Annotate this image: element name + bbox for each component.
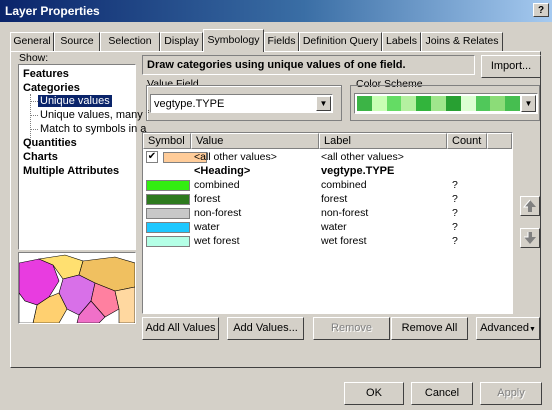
row-count: ? xyxy=(452,193,458,205)
table-row[interactable]: wet forest wet forest ? xyxy=(144,235,510,249)
column-header-label[interactable]: Label xyxy=(319,133,447,149)
column-header-filler xyxy=(487,133,512,149)
row-label[interactable]: combined xyxy=(321,179,367,191)
row-label[interactable]: forest xyxy=(321,193,347,205)
color-ramp-swatch xyxy=(416,96,432,111)
color-scheme-select[interactable]: ▼ xyxy=(354,93,538,114)
move-down-button[interactable] xyxy=(520,228,540,248)
column-header-value[interactable]: Value xyxy=(191,133,319,149)
tree-connector xyxy=(31,115,38,116)
checkbox-all-other-values[interactable]: ✔ xyxy=(146,151,158,163)
tree-connector xyxy=(31,101,38,102)
column-header-count[interactable]: Count xyxy=(447,133,487,149)
description-text: Draw categories using unique values of o… xyxy=(147,59,406,71)
preview-map-image xyxy=(19,253,135,323)
symbol-swatch[interactable] xyxy=(146,180,190,191)
row-count: ? xyxy=(452,235,458,247)
tab-selection[interactable]: Selection xyxy=(100,32,160,51)
row-count: ? xyxy=(452,207,458,219)
color-ramp-swatch xyxy=(431,96,446,111)
apply-button[interactable]: Apply xyxy=(480,382,542,405)
table-row[interactable]: combined combined ? xyxy=(144,179,510,193)
tab-joins-relates[interactable]: Joins & Relates xyxy=(421,32,503,51)
advanced-button[interactable]: Advanced▼ xyxy=(476,317,540,340)
arrow-up-icon xyxy=(522,199,536,212)
show-label: Show: xyxy=(19,52,49,64)
color-ramp-swatch xyxy=(401,96,417,111)
add-all-values-button[interactable]: Add All Values xyxy=(142,317,219,340)
table-row[interactable]: <Heading> vegtype.TYPE xyxy=(144,165,510,179)
title-bar: Layer Properties ? xyxy=(0,0,552,22)
tab-symbology[interactable]: Symbology xyxy=(203,29,264,52)
cancel-button[interactable]: Cancel xyxy=(411,382,473,405)
tree-charts[interactable]: Charts xyxy=(23,151,58,163)
row-count: ? xyxy=(452,179,458,191)
symbol-swatch[interactable] xyxy=(146,208,190,219)
preview-map xyxy=(18,252,136,324)
symbol-swatch[interactable] xyxy=(146,194,190,205)
row-label[interactable]: <all other values> xyxy=(321,151,404,163)
remove-all-button[interactable]: Remove All xyxy=(391,317,468,340)
color-ramp-swatch xyxy=(475,96,491,111)
value-field-select[interactable]: vegtype.TYPE ▼ xyxy=(150,94,333,113)
table-row[interactable]: non-forest non-forest ? xyxy=(144,207,510,221)
row-value: <all other values> xyxy=(194,151,277,163)
table-row[interactable]: forest forest ? xyxy=(144,193,510,207)
tab-definition-query[interactable]: Definition Query xyxy=(299,32,382,51)
tree-connector xyxy=(31,129,38,130)
row-value: combined xyxy=(194,179,240,191)
row-label[interactable]: water xyxy=(321,221,347,233)
help-button[interactable]: ? xyxy=(533,3,549,17)
show-tree[interactable]: Features Categories Unique values Unique… xyxy=(18,64,149,250)
tree-multiple-attributes[interactable]: Multiple Attributes xyxy=(23,165,119,177)
move-up-button[interactable] xyxy=(520,196,540,216)
advanced-label: Advanced xyxy=(480,322,529,334)
table-row[interactable]: water water ? xyxy=(144,221,510,235)
symbol-swatch[interactable] xyxy=(146,222,190,233)
row-value: <Heading> xyxy=(194,165,251,177)
row-value: water xyxy=(194,221,220,233)
color-ramp xyxy=(357,96,520,111)
tab-general[interactable]: General xyxy=(10,32,54,51)
tree-quantities[interactable]: Quantities xyxy=(23,137,77,149)
tab-labels[interactable]: Labels xyxy=(382,32,421,51)
table-row[interactable]: ✔ <all other values> <all other values> xyxy=(144,151,510,165)
row-label[interactable]: non-forest xyxy=(321,207,368,219)
tree-categories[interactable]: Categories xyxy=(23,82,80,94)
row-value: non-forest xyxy=(194,207,242,219)
color-ramp-swatch xyxy=(357,96,372,111)
row-value: forest xyxy=(194,193,221,205)
tree-features[interactable]: Features xyxy=(23,68,69,80)
color-ramp-swatch xyxy=(445,96,461,111)
color-ramp-swatch xyxy=(505,96,520,111)
tab-display[interactable]: Display xyxy=(160,32,203,51)
color-ramp-swatch xyxy=(371,96,387,111)
add-values-button[interactable]: Add Values... xyxy=(227,317,304,340)
arrow-down-icon xyxy=(524,232,536,244)
row-label[interactable]: vegtype.TYPE xyxy=(321,165,394,177)
color-ramp-swatch xyxy=(386,96,402,111)
column-header-symbol[interactable]: Symbol xyxy=(143,133,191,149)
value-field-value: vegtype.TYPE xyxy=(154,98,225,110)
row-count: ? xyxy=(452,221,458,233)
color-ramp-swatch xyxy=(460,96,476,111)
tree-unique-values[interactable]: Unique values xyxy=(38,95,112,107)
tree-unique-values-many-fields[interactable]: Unique values, many f xyxy=(40,109,149,121)
row-label[interactable]: wet forest xyxy=(321,235,367,247)
import-button[interactable]: Import... xyxy=(481,55,541,78)
value-field-dropdown-icon[interactable]: ▼ xyxy=(316,96,331,111)
row-value: wet forest xyxy=(194,235,240,247)
remove-button[interactable]: Remove xyxy=(313,317,390,340)
dropdown-arrow-icon: ▼ xyxy=(529,326,536,333)
symbol-swatch[interactable] xyxy=(146,236,190,247)
categories-table[interactable]: Symbol Value Label Count ✔ <all other va… xyxy=(142,132,513,314)
color-ramp-swatch xyxy=(490,96,506,111)
tab-source[interactable]: Source xyxy=(54,32,100,51)
tree-match-to-symbols[interactable]: Match to symbols in a xyxy=(40,123,146,135)
tab-fields[interactable]: Fields xyxy=(264,32,299,51)
description-box: Draw categories using unique values of o… xyxy=(142,55,475,75)
ok-button[interactable]: OK xyxy=(344,382,404,405)
color-scheme-dropdown-icon[interactable]: ▼ xyxy=(521,95,536,112)
window-title: Layer Properties xyxy=(5,4,100,18)
